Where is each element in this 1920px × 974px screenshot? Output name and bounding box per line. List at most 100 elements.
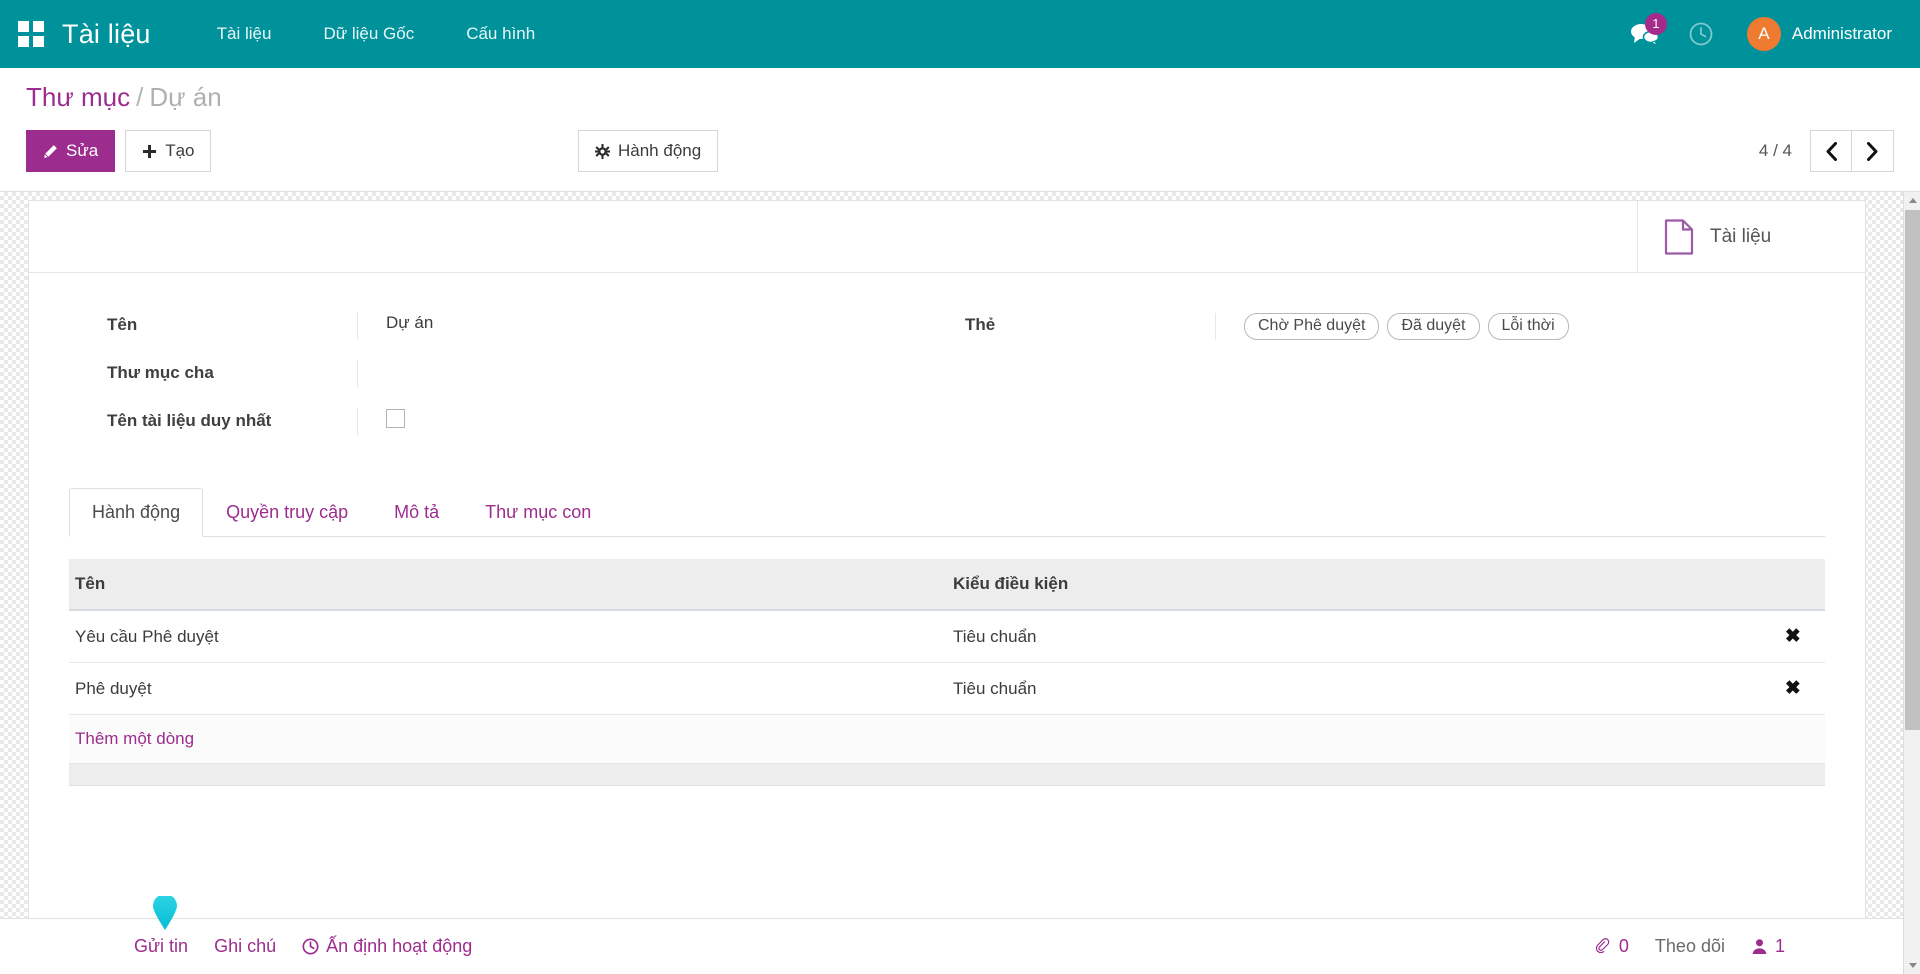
clock-icon (1688, 21, 1714, 47)
messages-badge: 1 (1645, 13, 1667, 35)
tag-list: Chờ Phê duyệt Đã duyệt Lỗi thời (1244, 313, 1865, 340)
schedule-activity-label: Ấn định hoạt động (326, 936, 472, 957)
control-panel: Thư mục/Dự án Sửa Tạo (0, 68, 1920, 192)
field-name-label: Tên (107, 313, 357, 335)
pointer-pin-marker (152, 896, 178, 930)
paperclip-icon (1595, 938, 1612, 955)
close-icon[interactable]: ✖ (1785, 678, 1801, 699)
field-parent-folder-label: Thư mục cha (107, 361, 357, 383)
pager-count: 4 / 4 (1759, 141, 1792, 161)
stat-button-label: Tài liệu (1710, 226, 1771, 248)
scroll-down-button[interactable] (1904, 957, 1920, 974)
field-tags: Thẻ Chờ Phê duyệt Đã duyệt Lỗi thời (965, 313, 1865, 340)
follow-button[interactable]: Theo dõi (1655, 936, 1725, 957)
user-menu[interactable]: A Administrator (1729, 17, 1898, 51)
list-footer (69, 764, 1825, 786)
add-a-line-link[interactable]: Thêm một dòng (75, 729, 194, 748)
followers-count: 1 (1775, 936, 1785, 957)
tag-obsolete[interactable]: Lỗi thời (1488, 313, 1569, 340)
pencil-icon (43, 144, 58, 159)
actions-list: Tên Kiểu điều kiện Yêu cầu Phê duyệt Tiê… (69, 559, 1825, 786)
chatter-bar: Gửi tin Ghi chú Ấn định hoạt động 0 (0, 918, 1903, 974)
scroll-up-button[interactable] (1904, 192, 1920, 209)
log-note-button[interactable]: Ghi chú (214, 936, 276, 957)
field-name-value[interactable]: Dự án (357, 313, 947, 339)
send-message-button[interactable]: Gửi tin (134, 936, 188, 957)
unique-document-name-checkbox[interactable] (386, 409, 405, 428)
attachments-counter[interactable]: 0 (1595, 936, 1629, 957)
cell-condition-type[interactable]: Tiêu chuẩn (947, 610, 1755, 663)
breadcrumb-root[interactable]: Thư mục (26, 82, 130, 112)
field-tags-value[interactable]: Chờ Phê duyệt Đã duyệt Lỗi thời (1215, 313, 1865, 340)
scrollbar-thumb[interactable] (1905, 210, 1920, 730)
plus-icon (142, 144, 157, 159)
field-unique-document-name-value (357, 409, 947, 435)
top-navbar: Tài liệu Tài liệu Dữ liệu Gốc Cấu hình 1 (0, 0, 1920, 68)
document-icon (1664, 219, 1694, 255)
pager-previous-button[interactable] (1810, 130, 1852, 172)
apps-grid-icon (18, 21, 44, 47)
brand-title[interactable]: Tài liệu (62, 19, 191, 50)
cell-name[interactable]: Phê duyệt (69, 663, 947, 715)
apps-menu-button[interactable] (0, 0, 62, 68)
pager-next-button[interactable] (1852, 130, 1894, 172)
followers-counter[interactable]: 1 (1751, 936, 1785, 957)
close-icon[interactable]: ✖ (1785, 626, 1801, 647)
nav-item-documents[interactable]: Tài liệu (191, 0, 298, 68)
vertical-scrollbar[interactable] (1903, 192, 1920, 974)
field-parent-folder-value[interactable] (357, 361, 947, 387)
form-viewport: Tài liệu Tên Dự án Thư mục cha (0, 192, 1920, 974)
edit-button-label: Sửa (66, 141, 98, 161)
form-column-right: Thẻ Chờ Phê duyệt Đã duyệt Lỗi thời (947, 313, 1865, 457)
messages-button[interactable]: 1 (1617, 0, 1673, 68)
schedule-activity-button[interactable]: Ấn định hoạt động (302, 936, 472, 957)
tab-subfolders[interactable]: Thư mục con (462, 488, 614, 537)
nav-item-configuration[interactable]: Cấu hình (440, 0, 561, 68)
table-row[interactable]: Yêu cầu Phê duyệt Tiêu chuẩn ✖ (69, 610, 1825, 663)
user-icon (1751, 938, 1768, 955)
app-root: Tài liệu Tài liệu Dữ liệu Gốc Cấu hình 1 (0, 0, 1920, 974)
cell-delete: ✖ (1755, 610, 1825, 663)
cell-condition-type[interactable]: Tiêu chuẩn (947, 663, 1755, 715)
navbar-menu: Tài liệu Dữ liệu Gốc Cấu hình (191, 0, 562, 68)
tag-pending-approval[interactable]: Chờ Phê duyệt (1244, 313, 1379, 340)
button-box: Tài liệu (29, 201, 1865, 273)
stat-button-documents[interactable]: Tài liệu (1637, 201, 1865, 273)
notebook-tabs: Hành động Quyền truy cập Mô tả Thư mục c… (69, 487, 1825, 537)
create-button[interactable]: Tạo (125, 130, 211, 172)
notebook: Hành động Quyền truy cập Mô tả Thư mục c… (69, 487, 1825, 786)
chevron-right-icon (1866, 142, 1879, 161)
actions-table: Tên Kiểu điều kiện Yêu cầu Phê duyệt Tiê… (69, 559, 1825, 764)
cell-delete: ✖ (1755, 663, 1825, 715)
edit-button[interactable]: Sửa (26, 130, 115, 172)
avatar: A (1747, 17, 1781, 51)
form-column-left: Tên Dự án Thư mục cha Tên tài liệu duy n… (29, 313, 947, 457)
field-name: Tên Dự án (107, 313, 947, 339)
action-menu-button[interactable]: Hành động (578, 130, 718, 172)
create-button-label: Tạo (165, 141, 194, 161)
tab-actions[interactable]: Hành động (69, 488, 203, 537)
add-row[interactable]: Thêm một dòng (69, 715, 1825, 764)
chevron-left-icon (1825, 142, 1838, 161)
breadcrumb-current: Dự án (149, 82, 221, 112)
tab-description[interactable]: Mô tả (371, 488, 462, 537)
chatter-meta: 0 Theo dõi 1 (1595, 936, 1903, 957)
form-fields: Tên Dự án Thư mục cha Tên tài liệu duy n… (29, 273, 1865, 786)
attachment-count: 0 (1619, 936, 1629, 957)
tab-access-rights[interactable]: Quyền truy cập (203, 488, 371, 537)
column-header-name[interactable]: Tên (69, 559, 947, 610)
field-tags-label: Thẻ (965, 313, 1215, 335)
actions-table-body: Yêu cầu Phê duyệt Tiêu chuẩn ✖ Phê duyệt… (69, 610, 1825, 764)
user-name: Administrator (1792, 24, 1892, 44)
table-row[interactable]: Phê duyệt Tiêu chuẩn ✖ (69, 663, 1825, 715)
navbar-systray: 1 A Administrator (1617, 0, 1920, 68)
column-header-condition-type[interactable]: Kiểu điều kiện (947, 559, 1755, 610)
pager: 4 / 4 (1759, 130, 1894, 172)
tag-approved[interactable]: Đã duyệt (1387, 313, 1479, 340)
activities-button[interactable] (1673, 0, 1729, 68)
nav-item-master-data[interactable]: Dữ liệu Gốc (297, 0, 440, 68)
form-sheet: Tài liệu Tên Dự án Thư mục cha (28, 200, 1866, 920)
cell-name[interactable]: Yêu cầu Phê duyệt (69, 610, 947, 663)
chatter-actions: Gửi tin Ghi chú Ấn định hoạt động (0, 936, 472, 957)
control-panel-buttons: Sửa Tạo (26, 130, 211, 172)
